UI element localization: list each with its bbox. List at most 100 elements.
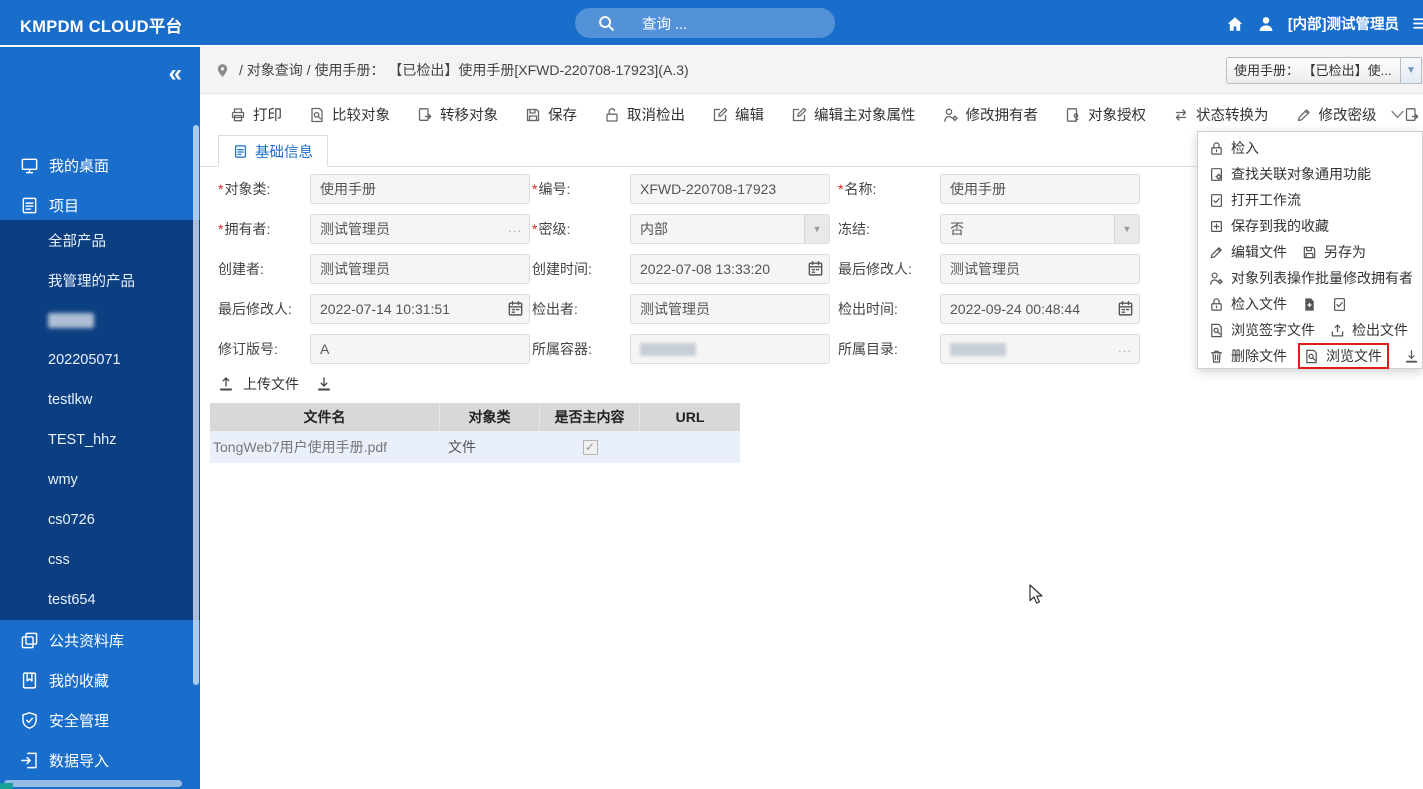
field-revision: 修订版号: A [218, 334, 530, 364]
sidebar-subitem-cs0726[interactable]: cs0726 [0, 500, 200, 540]
sidebar-item-favorites[interactable]: 我的收藏 [0, 660, 200, 700]
toolbar-more-chevron-icon[interactable] [1388, 105, 1407, 124]
home-icon[interactable] [1226, 15, 1244, 33]
sidebar-subitem-wmy[interactable]: wmy [0, 460, 200, 500]
upload-icon[interactable] [218, 376, 234, 392]
sidebar-vertical-scrollbar[interactable] [193, 125, 199, 685]
table-row[interactable]: TongWeb7用户使用手册.pdf 文件 ✓ [210, 431, 740, 463]
sidebar-subitem-testlkw[interactable]: testlkw [0, 380, 200, 420]
change-owner-button[interactable]: 修改拥有者 [943, 104, 1039, 125]
checkout-user-input[interactable]: 测试管理员 [630, 294, 830, 324]
transfer-object-button[interactable]: 转移对象 [417, 104, 498, 125]
menu-item-open-workflow[interactable]: 打开工作流 [1209, 190, 1301, 210]
last-modified-time-input[interactable]: 2022-07-14 10:31:51 [310, 294, 530, 324]
main-content-checkbox[interactable]: ✓ [583, 440, 598, 455]
menu-item-delete-file[interactable]: 删除文件 [1209, 346, 1287, 366]
object-authorize-button[interactable]: 对象授权 [1065, 104, 1146, 125]
cell-filename: TongWeb7用户使用手册.pdf [210, 437, 440, 457]
breadcrumb: / 对象查询 / 使用手册： 【已检出】使用手册[XFWD-220708-179… [215, 60, 689, 80]
user-gear-icon [1209, 271, 1224, 286]
create-time-input[interactable]: 2022-07-08 13:33:20 [630, 254, 830, 284]
sidebar-subitem-test654[interactable]: test654 [0, 580, 200, 620]
directory-picker-dots[interactable]: ... [1118, 335, 1132, 361]
tab-basic-info[interactable]: 基础信息 [218, 135, 328, 167]
col-url: URL [640, 403, 740, 431]
hamburger-menu-icon[interactable] [1412, 15, 1423, 32]
doc-check-icon [1209, 193, 1224, 208]
sidebar-subitem-202205071[interactable]: 202205071 [0, 340, 200, 380]
frozen-select[interactable]: 否▼ [940, 214, 1140, 244]
menu-item-edit-file[interactable]: 编辑文件 [1209, 242, 1287, 262]
checkout-time-input[interactable]: 2022-09-24 00:48:44 [940, 294, 1140, 324]
global-search-input[interactable]: 查询 ... [575, 8, 835, 38]
user-gear-icon [943, 107, 959, 123]
directory-input[interactable]: ... [940, 334, 1140, 364]
print-icon [230, 107, 246, 123]
owner-input[interactable]: 测试管理员... [310, 214, 530, 244]
current-user-label[interactable]: [内部]测试管理员 [1288, 13, 1399, 34]
menu-item-batch-change-owner[interactable]: 对象列表操作批量修改拥有者 [1209, 268, 1413, 288]
calendar-icon[interactable] [507, 300, 524, 317]
user-icon[interactable] [1257, 15, 1275, 33]
revision-input[interactable]: A [310, 334, 530, 364]
container-input[interactable] [630, 334, 830, 364]
sidebar-item-project[interactable]: 项目 [0, 185, 200, 225]
calendar-icon[interactable] [807, 260, 824, 277]
sidebar-subitem-my-products[interactable]: 我管理的产品 [0, 260, 200, 300]
top-header: KMPDM CLOUD平台 查询 ... [内部]测试管理员 [0, 0, 1423, 47]
menu-item-save-to-favorites[interactable]: 保存到我的收藏 [1209, 216, 1329, 236]
pencil-icon [1296, 107, 1312, 123]
sidebar-collapse-icon[interactable]: « [169, 62, 182, 86]
app-title: KMPDM CLOUD平台 [20, 13, 182, 37]
edit-master-attrs-button[interactable]: 编辑主对象属性 [791, 104, 916, 125]
change-secret-level-button[interactable]: 修改密级 [1296, 104, 1377, 125]
menu-item-browse-signed-file[interactable]: 浏览签字文件 [1209, 320, 1315, 340]
header-actions: [内部]测试管理员 [1226, 0, 1423, 47]
save-button[interactable]: 保存 [525, 104, 577, 125]
chevron-down-icon[interactable]: ▼ [1114, 215, 1139, 243]
calendar-icon[interactable] [1117, 300, 1134, 317]
sidebar-subitem-redacted[interactable] [0, 300, 200, 340]
menu-item-browse-file[interactable]: 浏览文件 [1298, 343, 1389, 369]
menu-item-checkin[interactable]: 检入 [1209, 138, 1259, 158]
status-transition-button[interactable]: 状态转换为 [1173, 104, 1269, 125]
menu-item-find-related-objects[interactable]: 查找关联对象通用功能 [1209, 164, 1371, 184]
upload-file-button[interactable]: 上传文件 [243, 374, 299, 394]
menu-item-workflow-file[interactable] [1332, 297, 1347, 312]
sidebar-item-security[interactable]: 安全管理 [0, 700, 200, 740]
menu-item-checkout-file[interactable]: 检出文件 [1330, 320, 1408, 340]
owner-picker-dots[interactable]: ... [508, 215, 522, 241]
chevron-down-icon[interactable]: ▼ [804, 215, 829, 243]
sidebar-item-desktop[interactable]: 我的桌面 [0, 145, 200, 185]
object-class-input[interactable]: 使用手册 [310, 174, 530, 204]
last-modifier-input[interactable]: 测试管理员 [940, 254, 1140, 284]
name-input[interactable]: 使用手册 [940, 174, 1140, 204]
menu-item-save-as[interactable]: 另存为 [1302, 242, 1366, 262]
object-selector[interactable]: 使用手册： 【已检出】使... ▼ [1226, 57, 1422, 84]
location-pin-icon [215, 63, 230, 78]
field-directory: 所属目录: ... [838, 334, 1140, 364]
sidebar-subitem-test-hhz[interactable]: TEST_hhz [0, 420, 200, 460]
sidebar-item-public-library[interactable]: 公共资料库 [0, 620, 200, 660]
secret-level-select[interactable]: 内部▼ [630, 214, 830, 244]
menu-item-checkin-file[interactable]: 检入文件 [1209, 294, 1287, 314]
doc-check-icon [1332, 297, 1347, 312]
import-icon [20, 751, 39, 770]
print-button[interactable]: 打印 [230, 104, 282, 125]
menu-item-download-file[interactable] [1404, 349, 1419, 364]
menu-item-add-file[interactable] [1302, 297, 1317, 312]
download-icon [1404, 349, 1419, 364]
redacted-label [48, 313, 94, 328]
sidebar-horizontal-scrollbar[interactable] [4, 780, 182, 787]
compare-icon [309, 107, 325, 123]
sidebar-item-data-import[interactable]: 数据导入 [0, 740, 200, 780]
sidebar-subitem-css[interactable]: css [0, 540, 200, 580]
sidebar-subitem-all-products[interactable]: 全部产品 [0, 220, 200, 260]
download-icon[interactable] [316, 376, 332, 392]
cancel-checkout-button[interactable]: 取消检出 [604, 104, 685, 125]
chevron-down-icon[interactable]: ▼ [1400, 57, 1422, 84]
number-input[interactable]: XFWD-220708-17923 [630, 174, 830, 204]
creator-input[interactable]: 测试管理员 [310, 254, 530, 284]
compare-object-button[interactable]: 比较对象 [309, 104, 390, 125]
edit-button[interactable]: 编辑 [712, 104, 764, 125]
